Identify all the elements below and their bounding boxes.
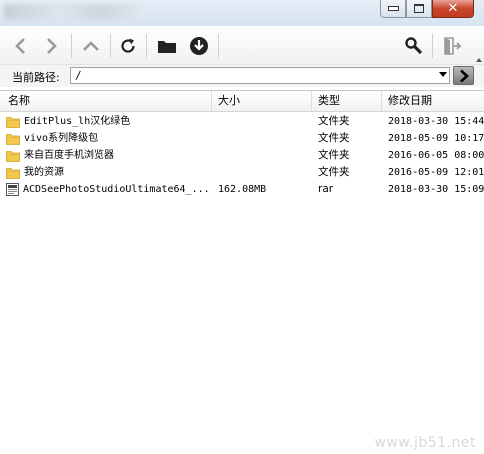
- title-bar: ✕: [0, 0, 484, 26]
- path-input[interactable]: /: [70, 67, 450, 84]
- file-type: 文件夹: [318, 115, 350, 127]
- file-name-cell: 来自百度手机浏览器: [6, 147, 212, 164]
- go-button[interactable]: [453, 66, 474, 85]
- file-name: EditPlus_lh汉化绿色: [24, 116, 131, 127]
- file-date: 2018-03-30 15:44: [388, 116, 484, 127]
- forward-button[interactable]: [42, 36, 62, 56]
- file-name-cell: ACDSeePhotoStudioUltimate64_...: [6, 181, 212, 198]
- refresh-icon: [121, 38, 135, 53]
- path-bar: 当前路径: /: [0, 65, 484, 87]
- toolbar-separator: [71, 34, 72, 58]
- file-size: [218, 164, 308, 181]
- file-size: [218, 147, 308, 164]
- column-header-date[interactable]: 修改日期: [382, 91, 484, 111]
- close-button[interactable]: ✕: [432, 0, 474, 18]
- up-button[interactable]: [81, 36, 101, 56]
- back-icon: [15, 38, 25, 54]
- new-folder-button[interactable]: [156, 36, 178, 56]
- file-date: 2018-05-09 10:17: [388, 133, 484, 144]
- up-icon: [83, 41, 99, 51]
- folder-icon: [6, 167, 20, 179]
- file-list: 名称 大小 类型 修改日期 EditPlus_lh汉化绿色 文件夹 2018-0…: [0, 90, 484, 454]
- folder-icon: [6, 150, 20, 162]
- table-row[interactable]: 我的资源 文件夹 2016-05-09 12:01: [0, 164, 484, 181]
- forward-icon: [47, 38, 57, 54]
- file-date: 2018-03-30 15:09: [388, 184, 484, 195]
- minimize-button[interactable]: [380, 0, 406, 18]
- download-button[interactable]: [189, 36, 209, 56]
- file-type: 文件夹: [318, 132, 350, 144]
- toolbar-separator: [146, 34, 147, 58]
- file-date: 2016-05-09 12:01: [388, 167, 484, 178]
- folder-icon: [158, 41, 176, 53]
- path-value: /: [75, 69, 82, 82]
- scroll-up-arrow-icon[interactable]: [476, 58, 482, 62]
- column-header: 名称 大小 类型 修改日期: [0, 91, 484, 112]
- table-row[interactable]: vivo系列降级包 文件夹 2018-05-09 10:17: [0, 130, 484, 147]
- exit-icon: [444, 37, 462, 55]
- file-name: vivo系列降级包: [24, 133, 99, 144]
- toolbar-separator: [218, 34, 219, 58]
- file-type: 文件夹: [318, 166, 350, 178]
- blurred-title: [4, 4, 144, 20]
- file-date: 2016-06-05 08:00: [388, 150, 484, 161]
- file-name: 来自百度手机浏览器: [24, 150, 114, 161]
- file-name-cell: 我的资源: [6, 164, 212, 181]
- file-type: 文件夹: [318, 149, 350, 161]
- file-name-cell: EditPlus_lh汉化绿色: [6, 113, 212, 130]
- refresh-button[interactable]: [118, 36, 138, 56]
- window-controls: ✕: [380, 0, 474, 20]
- file-size: [218, 130, 308, 147]
- watermark: www.jb51.net: [374, 435, 476, 451]
- download-icon: [190, 37, 208, 55]
- path-label: 当前路径:: [12, 71, 60, 84]
- close-icon: ✕: [447, 1, 459, 16]
- table-row[interactable]: ACDSeePhotoStudioUltimate64_... 162.08MB…: [0, 181, 484, 198]
- exit-button[interactable]: [442, 36, 462, 56]
- file-size: [218, 113, 308, 130]
- search-icon: [405, 37, 423, 55]
- file-type: rar: [318, 183, 334, 195]
- back-button[interactable]: [10, 36, 30, 56]
- column-header-type[interactable]: 类型: [312, 91, 382, 111]
- table-row[interactable]: EditPlus_lh汉化绿色 文件夹 2018-03-30 15:44: [0, 113, 484, 130]
- toolbar-separator: [432, 34, 433, 58]
- file-size: 162.08MB: [218, 184, 267, 195]
- maximize-button[interactable]: [406, 0, 432, 18]
- toolbar-separator: [110, 34, 111, 58]
- column-header-name[interactable]: 名称: [2, 91, 212, 111]
- folder-icon: [6, 116, 20, 128]
- search-button[interactable]: [404, 36, 424, 56]
- file-name-cell: vivo系列降级包: [6, 130, 212, 147]
- archive-file-icon: [6, 183, 19, 196]
- maximize-icon: [414, 4, 424, 13]
- chevron-down-icon[interactable]: [439, 72, 447, 77]
- file-name: ACDSeePhotoStudioUltimate64_...: [23, 184, 210, 195]
- file-manager-window: ✕ 当前路径: / 名称 大小 类型 修改日期 EditPlus_lh汉化绿色 …: [0, 0, 484, 454]
- arrow-right-icon: [459, 69, 469, 82]
- folder-icon: [6, 133, 20, 145]
- column-header-size[interactable]: 大小: [212, 91, 312, 111]
- file-name: 我的资源: [24, 167, 64, 178]
- toolbar: [0, 26, 484, 65]
- table-row[interactable]: 来自百度手机浏览器 文件夹 2016-06-05 08:00: [0, 147, 484, 164]
- minimize-icon: [387, 6, 399, 11]
